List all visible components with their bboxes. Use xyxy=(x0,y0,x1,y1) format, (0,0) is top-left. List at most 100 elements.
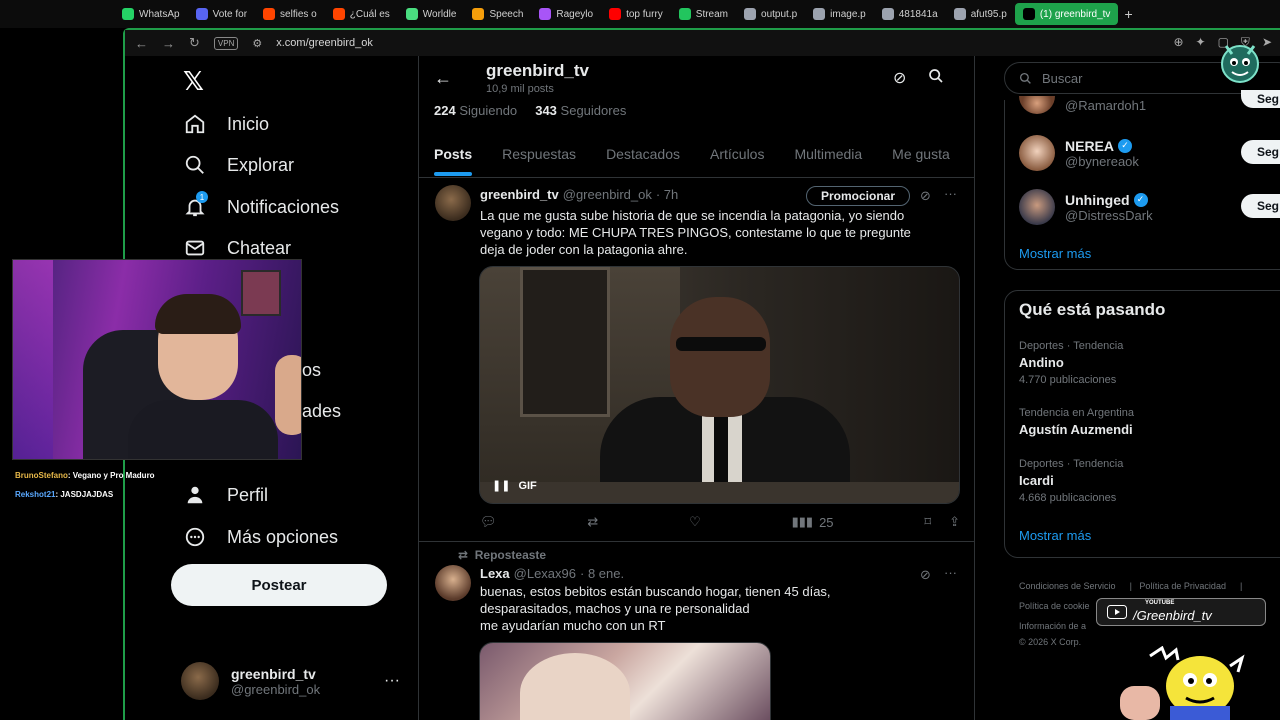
site-info-icon[interactable]: ⚙ xyxy=(252,37,262,50)
reply-icon[interactable]: 💬︎ xyxy=(480,514,497,530)
streamer-hair xyxy=(155,294,241,334)
follow-button[interactable]: Seg xyxy=(1241,194,1280,218)
tweet-author[interactable]: greenbird_tv xyxy=(480,187,559,202)
tab-posts[interactable]: Posts xyxy=(434,136,473,177)
tab-multimedia[interactable]: Multimedia xyxy=(794,136,862,177)
back-nav-icon[interactable]: ← xyxy=(135,36,148,51)
like-icon[interactable]: ♡ xyxy=(689,514,701,530)
browser-tab[interactable]: Speech xyxy=(464,3,531,25)
avatar xyxy=(1019,189,1055,225)
show-more-link[interactable]: Mostrar más xyxy=(1019,528,1091,543)
browser-tab[interactable]: WhatsAp xyxy=(114,3,188,25)
nav-partial-item[interactable]: ades xyxy=(302,401,341,422)
views-button[interactable]: ▮▮▮ 25 xyxy=(792,514,834,530)
tweet-time[interactable]: · 7h xyxy=(656,187,678,202)
avatar[interactable] xyxy=(435,565,471,601)
tab-label: WhatsAp xyxy=(139,8,180,20)
share-icon[interactable]: ⇪ xyxy=(949,514,960,530)
tab-destacados[interactable]: Destacados xyxy=(606,136,680,177)
reload-icon[interactable]: ↻ xyxy=(189,35,200,51)
terms-link[interactable]: Condiciones de Servicio xyxy=(1019,581,1116,591)
browser-tab[interactable]: Stream xyxy=(671,3,736,25)
gif-desk xyxy=(480,482,959,503)
nav-explorar[interactable]: Explorar xyxy=(183,153,294,177)
search-icon[interactable] xyxy=(928,68,944,89)
follow-suggestion[interactable]: NEREA ✓ @bynereaok xyxy=(1019,135,1139,171)
forward-nav-icon[interactable]: → xyxy=(162,36,175,51)
zoom-icon[interactable]: ⊕ xyxy=(1173,35,1183,50)
nav-chatear[interactable]: Chatear xyxy=(183,236,291,260)
browser-tab[interactable]: selfies o xyxy=(255,3,325,25)
browser-tab[interactable]: 481841a xyxy=(874,3,946,25)
browser-tab[interactable]: afut95.p xyxy=(946,3,1015,25)
follow-button[interactable]: Seg xyxy=(1241,140,1280,164)
grok-icon[interactable]: ⊘ xyxy=(920,567,931,583)
browser-tab[interactable]: Vote for xyxy=(188,3,255,25)
promocionar-button[interactable]: Promocionar xyxy=(806,186,910,206)
browser-tab[interactable]: image.p xyxy=(805,3,874,25)
following-link[interactable]: 224 Siguiendo xyxy=(434,103,517,118)
tab-favicon-icon xyxy=(813,8,826,20)
tab-articulos[interactable]: Artículos xyxy=(710,136,764,177)
follow-suggestion[interactable]: Unhinged ✓ @DistressDark xyxy=(1019,189,1153,225)
postear-button[interactable]: Postear xyxy=(171,564,387,606)
tab-favicon-icon xyxy=(953,8,966,20)
tweet-handle[interactable]: @Lexax96 xyxy=(514,566,576,581)
copyright: © 2026 X Corp. xyxy=(1019,637,1082,647)
browser-tab[interactable]: ¿Cuál es xyxy=(325,3,398,25)
address-bar: ← → ↻ VPN ⚙ x.com/greenbird_ok ⊕ ✦ ▢ ⛨ ➤ xyxy=(125,30,1280,56)
nav-perfil[interactable]: Perfil xyxy=(183,483,268,507)
trend-meta: Deportes · Tendencia xyxy=(1019,340,1124,352)
browser-tab-active[interactable]: (1) greenbird_tv xyxy=(1014,3,1119,25)
pause-icon[interactable]: ❚❚ xyxy=(492,479,510,492)
account-switcher[interactable]: greenbird_tv @greenbird_ok xyxy=(181,662,320,700)
more-dots-icon[interactable]: ··· xyxy=(944,186,957,201)
cookies-link[interactable]: Política de cookie xyxy=(1019,601,1090,611)
profile-tabs: Posts Respuestas Destacados Artículos Mu… xyxy=(418,136,975,178)
back-arrow-icon[interactable]: ← xyxy=(434,68,452,89)
trend-name[interactable]: Andino xyxy=(1019,355,1064,370)
followers-link[interactable]: 343 Seguidores xyxy=(535,103,626,118)
avatar xyxy=(181,662,219,700)
tab-favicon-icon xyxy=(122,8,134,20)
avatar[interactable] xyxy=(435,185,471,221)
chat-message: BrunoStefano: Vegano y Pro Maduro xyxy=(15,471,155,480)
nav-notificaciones[interactable]: 1 Notificaciones xyxy=(183,191,339,219)
tweet-gif[interactable]: ❚❚ GIF xyxy=(479,266,960,504)
browser-tab[interactable]: top furry xyxy=(601,3,671,25)
bookmark-icon[interactable]: ⌑ ⇪ xyxy=(924,514,960,530)
more-dots-icon[interactable]: ··· xyxy=(384,672,400,690)
tweet-image[interactable] xyxy=(479,642,771,720)
new-tab-icon[interactable]: + xyxy=(1118,6,1138,22)
tweet-author[interactable]: Lexa xyxy=(480,566,510,581)
tab-label: Speech xyxy=(489,8,524,20)
x-logo-icon[interactable]: 𝕏 xyxy=(183,66,204,97)
more-dots-icon[interactable]: ··· xyxy=(944,565,957,580)
follow-suggestion[interactable]: @Ramardoh1 xyxy=(1019,96,1146,114)
tab-label: Vote for xyxy=(212,8,248,20)
tab-respuestas[interactable]: Respuestas xyxy=(502,136,576,177)
tab-me-gusta[interactable]: Me gusta xyxy=(892,136,950,177)
extension-icon[interactable]: ✦ xyxy=(1196,35,1206,50)
trend-name[interactable]: Agustín Auzmendi xyxy=(1019,422,1133,437)
tab-label: afut95.p xyxy=(970,8,1007,20)
browser-tab[interactable]: Worldle xyxy=(398,3,465,25)
nav-partial-item[interactable]: os xyxy=(302,360,321,381)
trend-name[interactable]: Icardi xyxy=(1019,473,1054,488)
browser-tab[interactable]: output.p xyxy=(736,3,805,25)
nav-mas-opciones[interactable]: Más opciones xyxy=(183,525,338,549)
tweet-handle[interactable]: @greenbird_ok xyxy=(563,187,652,202)
nav-inicio[interactable]: Inicio xyxy=(183,112,269,136)
grok-icon[interactable]: ⊘ xyxy=(893,68,906,89)
repost-icon[interactable]: ⇄ xyxy=(587,514,598,530)
suggestion-name-row: NEREA ✓ xyxy=(1065,138,1139,154)
grok-icon[interactable]: ⊘ xyxy=(920,188,931,204)
url-field[interactable]: x.com/greenbird_ok xyxy=(276,37,373,49)
privacy-link[interactable]: Política de Privacidad xyxy=(1139,581,1226,591)
show-more-link[interactable]: Mostrar más xyxy=(1019,246,1091,261)
webcam-overlay xyxy=(12,259,302,460)
browser-tab[interactable]: Rageylo xyxy=(531,3,601,25)
info-link[interactable]: Información de a xyxy=(1019,621,1086,631)
tweet-time[interactable]: · 8 ene. xyxy=(580,566,624,581)
vpn-badge[interactable]: VPN xyxy=(213,36,239,50)
